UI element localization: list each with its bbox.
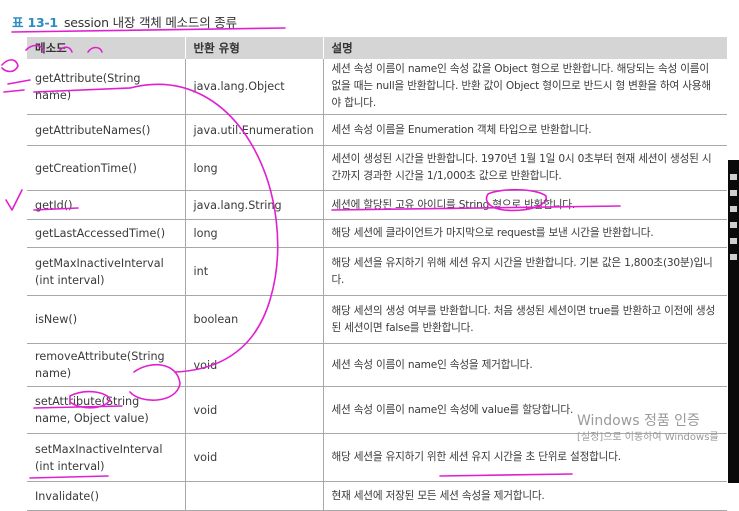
method-cell: getMaxInactiveInterval (int interval) <box>27 247 185 296</box>
table-row: getCreationTime() long 세션이 생성된 시간을 반환합니다… <box>27 145 727 191</box>
table-row: getId() java.lang.String 세션에 할당된 고유 아이디를… <box>27 190 727 220</box>
table-caption: 표 13-1 session 내장 객체 메소드의 종류 <box>12 12 237 31</box>
method-cell: getAttributeNames() <box>27 114 185 146</box>
desc-cell: 세션 속성 이름이 name인 속성을 제거합니다. <box>322 343 727 387</box>
type-cell: java.lang.String <box>184 190 323 220</box>
strip-mark <box>730 254 737 260</box>
method-cell: getAttribute(String name) <box>27 59 185 115</box>
table-row: getAttributeNames() java.util.Enumeratio… <box>27 114 727 146</box>
desc-cell: 세션이 생성된 시간을 반환합니다. 1970년 1월 1일 0시 0초부터 현… <box>322 145 727 191</box>
header-return-type: 반환 유형 <box>184 37 323 59</box>
type-cell <box>184 481 323 511</box>
method-cell: setMaxInactiveInterval (int interval) <box>27 433 185 482</box>
method-cell: removeAttribute(String name) <box>27 343 185 387</box>
method-cell: Invalidate() <box>27 481 185 511</box>
strip-mark <box>730 206 737 212</box>
watermark-line2: [설정]으로 이동하여 Windows를 <box>577 432 719 443</box>
type-cell: void <box>184 343 323 387</box>
method-cell: getCreationTime() <box>27 145 185 191</box>
type-cell: long <box>184 219 323 248</box>
left-margin-scribble <box>1 59 31 93</box>
desc-cell: 세션 속성 이름을 Enumeration 객체 타입으로 반환합니다. <box>322 114 727 146</box>
type-cell: java.lang.Object <box>184 59 323 115</box>
table-number: 표 13-1 <box>12 15 58 30</box>
type-cell: java.util.Enumeration <box>184 114 323 146</box>
strip-mark <box>730 222 737 228</box>
strip-mark <box>730 238 737 244</box>
type-cell: void <box>184 386 323 434</box>
desc-cell: 해당 세션에 클라이언트가 마지막으로 request를 보낸 시간을 반환합니… <box>322 219 727 248</box>
strip-mark <box>730 174 737 180</box>
watermark-line1: Windows 정품 인증 <box>577 413 700 429</box>
desc-cell: 해당 세션의 생성 여부를 반환합니다. 처음 생성된 세션이면 true를 반… <box>322 295 727 344</box>
table-row: removeAttribute(String name) void 세션 속성 … <box>27 343 727 387</box>
strip-mark <box>730 190 737 196</box>
type-cell: void <box>184 433 323 482</box>
header-method: 메소드 <box>27 37 185 59</box>
header-row: 메소드 반환 유형 설명 <box>27 37 727 59</box>
header-description: 설명 <box>322 37 727 59</box>
table-row: Invalidate() 현재 세션에 저장된 모든 세션 속성을 제거합니다. <box>27 481 727 511</box>
method-cell: getId() <box>27 190 185 220</box>
table-row: getMaxInactiveInterval (int interval) in… <box>27 247 727 296</box>
table-row: getLastAccessedTime() long 해당 세션에 클라이언트가… <box>27 219 727 248</box>
desc-cell: 해당 세션을 유지하기 위해 세션 유지 시간을 반환합니다. 기본 값은 1,… <box>322 247 727 296</box>
method-cell: setAttribute(String name, Object value) <box>27 386 185 434</box>
background-window-strip <box>728 160 739 483</box>
method-cell: isNew() <box>27 295 185 344</box>
desc-cell: 세션에 할당된 고유 아이디를 String 형으로 반환합니다. <box>322 190 727 220</box>
type-cell: long <box>184 145 323 191</box>
type-cell: int <box>184 247 323 296</box>
table-row: getAttribute(String name) java.lang.Obje… <box>27 59 727 115</box>
desc-cell: 세션 속성 이름이 name인 속성 값을 Object 형으로 반환합니다. … <box>322 59 727 115</box>
desc-cell: 현재 세션에 저장된 모든 세션 속성을 제거합니다. <box>322 481 727 511</box>
table-title: session 내장 객체 메소드의 종류 <box>63 15 237 30</box>
type-cell: boolean <box>184 295 323 344</box>
windows-activation-watermark: Windows 정품 인증 [설정]으로 이동하여 Windows를 <box>577 414 719 445</box>
method-cell: getLastAccessedTime() <box>27 219 185 248</box>
table-row: isNew() boolean 해당 세션의 생성 여부를 반환합니다. 처음 … <box>27 295 727 344</box>
getid-check <box>5 189 23 211</box>
